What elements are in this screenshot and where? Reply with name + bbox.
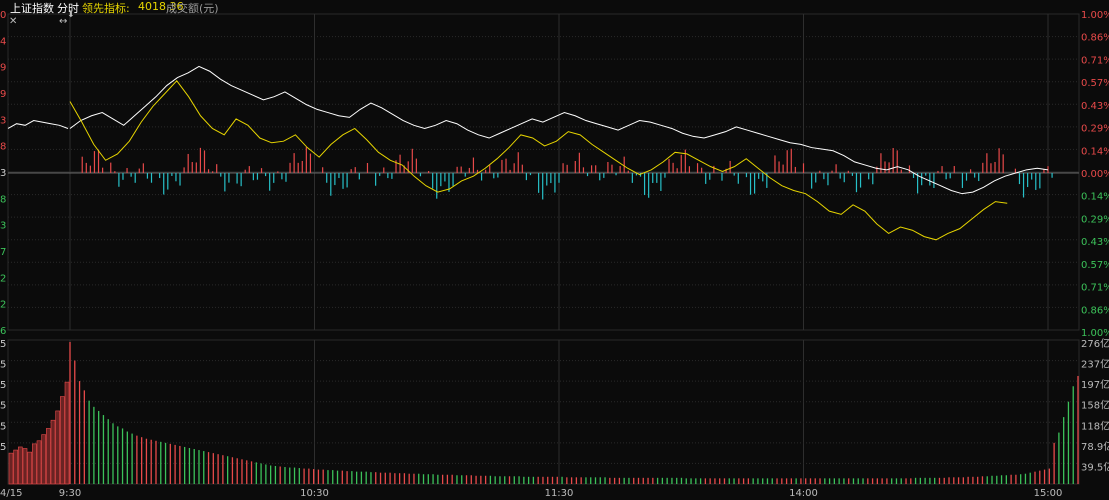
volume-axis-label: 78.9亿: [1081, 440, 1109, 453]
auction-volume-bar: [41, 434, 46, 485]
x-axis-tick: 9:30: [59, 488, 81, 499]
intraday-chart[interactable]: 1.00% 0.86% 0.71% 0.57% 0.43% 0.29% 0.14% 0.00%…: [0, 0, 1109, 500]
left-axis-label: 9: [0, 63, 6, 74]
auction-volume-bar: [18, 446, 23, 485]
left-axis-label: 7: [0, 247, 6, 258]
auction-volume-bar: [55, 410, 60, 485]
left-axis-label: 4: [0, 36, 6, 47]
left-axis-label: 8: [0, 142, 6, 153]
right-axis-label-down: 0.29%: [1081, 214, 1109, 225]
volume-axis-label: 39.5亿: [1081, 460, 1109, 473]
right-axis-label-up: 1.00%: [1081, 10, 1109, 21]
x-axis-tick: 10:30: [300, 488, 329, 499]
auction-volume-bar: [64, 381, 70, 485]
left-axis-label: 3: [0, 221, 6, 232]
x-axis-tick: 14:00: [789, 488, 818, 499]
auction-volume-bar: [50, 419, 56, 485]
right-axis-label-up: 0.14%: [1081, 146, 1109, 157]
auction-volume-bar: [13, 449, 18, 485]
auction-volume-bar: [22, 448, 28, 485]
download-marker-icon: ⬇: [67, 10, 75, 20]
right-axis-label-down: 0.43%: [1081, 237, 1109, 248]
volume-left-label: 5: [0, 421, 6, 432]
right-axis-label-down: 0.57%: [1081, 260, 1109, 271]
right-axis-label-down: 1.00%: [1081, 328, 1109, 339]
volume-left-label: 5: [0, 380, 6, 391]
volume-axis-label: 118亿: [1081, 419, 1109, 432]
left-axis-label: 2: [0, 300, 6, 311]
volume-left-label: 5: [0, 401, 6, 412]
volume-panel-frame: [7, 339, 1080, 485]
left-axis-label: 9: [0, 89, 6, 100]
x-axis-tick: 15:00: [1034, 488, 1063, 499]
auction-volume-bar: [8, 452, 14, 485]
right-axis-label-up: 0.29%: [1081, 124, 1109, 135]
right-axis-label-down: 0.14%: [1081, 192, 1109, 203]
auction-volume-bar: [60, 396, 65, 485]
auction-volume-bar: [36, 440, 42, 485]
volume-axis-label: 237亿: [1081, 358, 1109, 371]
date-label: 4/15: [0, 488, 22, 499]
left-axis-label: 6: [0, 326, 6, 337]
left-axis-label: 0: [0, 10, 6, 21]
volume-label: 成交额(元): [166, 2, 219, 15]
x-axis-tick: 11:30: [545, 488, 574, 499]
right-axis-label-up: 0.86%: [1081, 33, 1109, 44]
volume-axis-label: 158亿: [1081, 399, 1109, 412]
volume-axis-label: 197亿: [1081, 378, 1109, 391]
right-axis-label-up: 0.57%: [1081, 78, 1109, 89]
auction-volume-bar: [27, 451, 32, 485]
close-icon[interactable]: ✕: [9, 16, 17, 27]
volume-left-label: 5: [0, 339, 6, 350]
right-axis-label-up: 0.43%: [1081, 101, 1109, 112]
right-axis-label-up: 0.00%: [1081, 169, 1109, 180]
right-axis-label-down: 0.71%: [1081, 283, 1109, 294]
left-axis-label: 8: [0, 194, 6, 205]
left-axis-label: 3: [0, 168, 6, 179]
auction-volume-bar: [46, 428, 51, 485]
auction-volume-bar: [32, 443, 37, 485]
left-axis-label: 3: [0, 115, 6, 126]
right-axis-label-up: 0.71%: [1081, 55, 1109, 66]
left-axis-label: 2: [0, 273, 6, 284]
volume-left-label: 5: [0, 360, 6, 371]
right-axis-label-down: 0.86%: [1081, 305, 1109, 316]
volume-left-label: 5: [0, 442, 6, 453]
leading-indicator-label: 领先指标:: [82, 2, 130, 15]
index-name[interactable]: 上证指数: [10, 0, 54, 16]
volume-axis-label: 276亿: [1081, 337, 1109, 350]
